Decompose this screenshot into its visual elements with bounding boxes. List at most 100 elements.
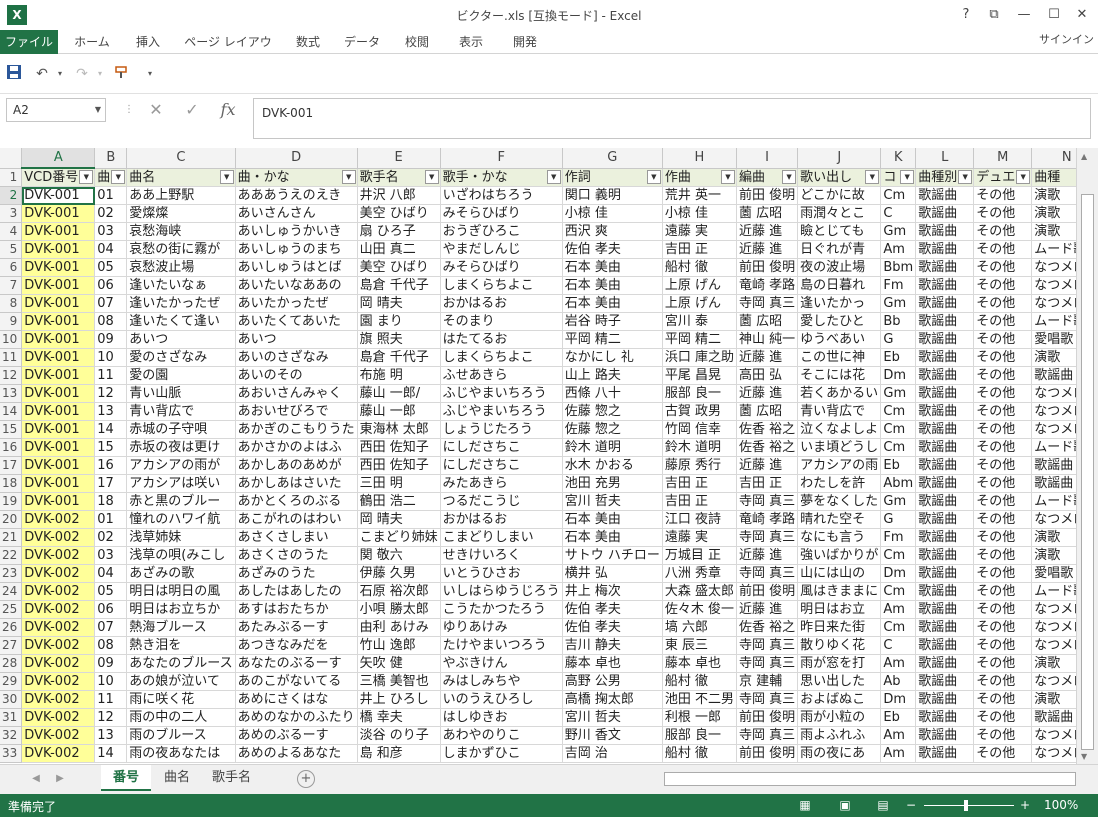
column-header[interactable]: D — [235, 148, 358, 169]
header-cell[interactable]: 曲種▼ — [1031, 168, 1076, 187]
cell[interactable]: 竜崎 孝路 — [736, 276, 799, 295]
cell[interactable]: はしゆきお — [440, 708, 563, 727]
filter-dropdown-icon[interactable]: ▼ — [424, 169, 439, 184]
cell[interactable]: 高橋 掬太郎 — [562, 690, 663, 709]
cancel-entry-icon[interactable]: ✕ — [142, 98, 170, 122]
cell[interactable]: その他 — [973, 384, 1033, 403]
sheet-tab-title[interactable]: 曲名 — [152, 765, 202, 791]
cell[interactable]: 小椋 佳 — [662, 204, 737, 223]
cell[interactable]: 歌謡曲 — [915, 438, 975, 457]
cell[interactable]: 歌謡曲 — [915, 744, 975, 763]
tab-review[interactable]: 校閲 — [394, 30, 440, 54]
cell[interactable]: ムード歌謡 — [1031, 240, 1076, 259]
cell[interactable]: にしださちこ — [440, 456, 563, 475]
tab-developer[interactable]: 開発 — [502, 30, 548, 54]
cell[interactable]: 歌謡曲 — [915, 690, 975, 709]
cell[interactable]: DVK-002 — [21, 654, 96, 673]
cell[interactable]: 近藤 進 — [736, 348, 799, 367]
cell[interactable]: Dm — [880, 366, 917, 385]
cell[interactable]: 平岡 精二 — [662, 330, 737, 349]
cell[interactable]: 歌謡曲 — [915, 672, 975, 691]
undo-icon[interactable]: ↶ — [32, 64, 52, 84]
cell[interactable]: あざみの歌 — [126, 564, 236, 583]
cell[interactable]: 鶴田 浩二 — [357, 492, 441, 511]
cell[interactable]: しょうじたろう — [440, 420, 563, 439]
page-layout-view-icon[interactable]: ▣ — [836, 797, 854, 813]
cell[interactable]: 演歌 — [1031, 222, 1076, 241]
chevron-down-icon[interactable]: ▼ — [90, 98, 106, 122]
cell[interactable]: 雨が窓を打 — [797, 654, 882, 673]
cell[interactable]: なつメロ — [1031, 402, 1076, 421]
cell[interactable]: 歌謡曲 — [915, 204, 975, 223]
cell[interactable]: アカシアは咲い — [126, 474, 236, 493]
cell[interactable]: 雨の夜あなたは — [126, 744, 236, 763]
cell[interactable]: 三田 明 — [357, 474, 441, 493]
cell[interactable]: 塙 六郎 — [662, 618, 737, 637]
cell[interactable]: 竜崎 孝路 — [736, 510, 799, 529]
cell[interactable]: 歌謡曲 — [915, 618, 975, 637]
cell[interactable]: 島の日暮れ — [797, 276, 882, 295]
cell[interactable]: いとうひさお — [440, 564, 563, 583]
cell[interactable]: 小椋 佳 — [562, 204, 663, 223]
cell[interactable]: こまどり姉妹 — [357, 528, 441, 547]
cell[interactable]: あざみのうた — [235, 564, 358, 583]
cell[interactable]: 歌謡曲 — [915, 276, 975, 295]
tab-data[interactable]: データ — [336, 30, 388, 54]
row-number[interactable]: 12 — [0, 366, 23, 385]
cell[interactable]: DVK-001 — [21, 222, 96, 241]
cell[interactable]: 高野 公男 — [562, 672, 663, 691]
spreadsheet-grid[interactable]: ABCDEFGHIJKLMNO1VCD番号▼曲▼曲名▼曲・かな▼歌手名▼歌手・か… — [0, 148, 1076, 764]
cell[interactable]: DVK-001 — [21, 204, 96, 223]
cell[interactable]: アカシアの雨 — [797, 456, 882, 475]
cell[interactable]: 岩谷 時子 — [562, 312, 663, 331]
cell[interactable]: Am — [880, 744, 917, 763]
cell[interactable]: 14 — [94, 744, 128, 763]
cell[interactable]: 佐伯 孝夫 — [562, 240, 663, 259]
cell[interactable]: Am — [880, 726, 917, 745]
cell[interactable]: あおいせびろで — [235, 402, 358, 421]
cell[interactable]: なつメロ — [1031, 258, 1076, 277]
header-cell[interactable]: コ ▼ — [880, 168, 917, 187]
cell[interactable]: あのこがないてる — [235, 672, 358, 691]
header-cell[interactable]: デュエ ▼ — [973, 168, 1033, 187]
cell[interactable]: そのまり — [440, 312, 563, 331]
cell[interactable]: あいつ — [235, 330, 358, 349]
cell[interactable]: 寺岡 真三 — [736, 636, 799, 655]
row-number[interactable]: 2 — [0, 186, 23, 205]
cell[interactable]: 07 — [94, 294, 128, 313]
cell[interactable]: 02 — [94, 528, 128, 547]
cell[interactable]: 佐々木 俊一 — [662, 600, 737, 619]
undo-dropdown-icon[interactable]: ▾ — [50, 64, 70, 84]
cell[interactable]: 荒井 英一 — [662, 186, 737, 205]
cell[interactable]: 美空 ひばり — [357, 204, 441, 223]
cell[interactable]: 逢いたくて逢い — [126, 312, 236, 331]
minimize-button[interactable]: — — [1010, 3, 1038, 27]
cell[interactable]: ムード歌謡 — [1031, 312, 1076, 331]
cell[interactable]: 09 — [94, 330, 128, 349]
customize-qat-icon[interactable]: ▾ — [140, 64, 160, 84]
cell[interactable]: 10 — [94, 348, 128, 367]
cell[interactable]: あいのさざなみ — [235, 348, 358, 367]
column-header[interactable]: A — [21, 148, 96, 169]
cell[interactable]: 歌謡曲 — [915, 474, 975, 493]
cell[interactable]: その他 — [973, 564, 1033, 583]
cell[interactable]: 歌謡曲 — [915, 240, 975, 259]
filter-dropdown-icon[interactable]: ▼ — [865, 169, 880, 184]
cell[interactable]: 哀愁の街に霧が — [126, 240, 236, 259]
cell[interactable]: Cm — [880, 186, 917, 205]
cell[interactable]: 寺岡 真三 — [736, 726, 799, 745]
cell[interactable]: 愛唱歌 — [1031, 564, 1076, 583]
cell[interactable]: あつきなみだを — [235, 636, 358, 655]
cell[interactable]: Eb — [880, 456, 917, 475]
cell[interactable]: 赤と黒のブルー — [126, 492, 236, 511]
cell[interactable]: Fm — [880, 276, 917, 295]
cell[interactable]: 近藤 進 — [736, 546, 799, 565]
cell[interactable]: 青い背広で — [126, 402, 236, 421]
formula-input[interactable]: DVK-001 — [253, 98, 1091, 139]
cell[interactable]: 逢いたいなぁ — [126, 276, 236, 295]
cell[interactable]: DVK-001 — [21, 294, 96, 313]
cell[interactable]: Gm — [880, 492, 917, 511]
cell[interactable]: 佐香 裕之 — [736, 618, 799, 637]
cell[interactable]: 02 — [94, 204, 128, 223]
cell[interactable]: 演歌 — [1031, 186, 1076, 205]
